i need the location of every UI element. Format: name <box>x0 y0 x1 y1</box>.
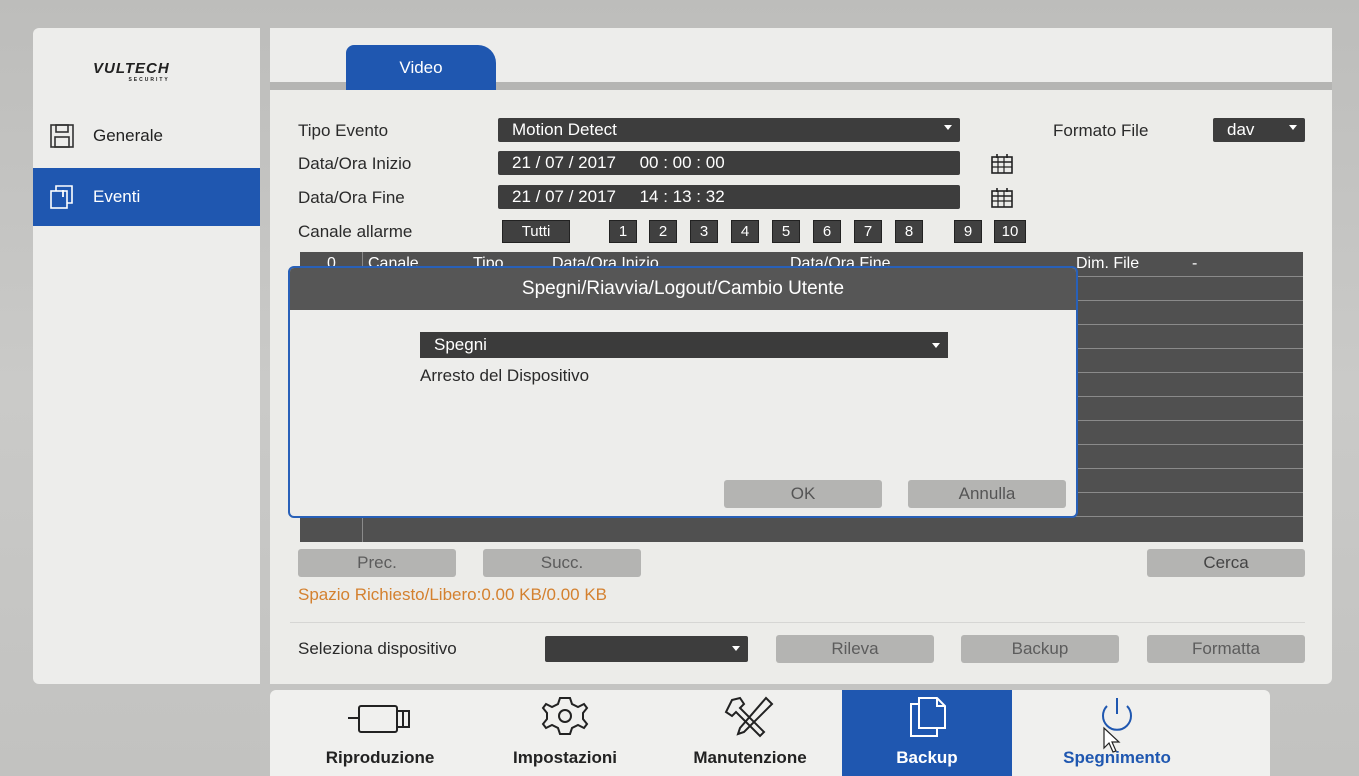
tools-icon <box>724 696 774 738</box>
gear-icon <box>541 697 589 735</box>
fine-label: Data/Ora Fine <box>298 188 405 207</box>
channel-button[interactable]: 5 <box>772 220 800 243</box>
device-select[interactable] <box>545 636 748 662</box>
device-label: Seleziona dispositivo <box>298 639 457 658</box>
formato-file-label: Formato File <box>1053 121 1149 140</box>
detect-button[interactable]: Rileva <box>776 635 934 663</box>
save-icon <box>50 124 74 148</box>
channel-button[interactable]: 8 <box>895 220 923 243</box>
chevron-down-icon <box>932 343 940 348</box>
format-button[interactable]: Formatta <box>1147 635 1305 663</box>
nav-manutenzione[interactable]: Manutenzione <box>665 690 835 776</box>
chevron-down-icon <box>1289 125 1297 130</box>
ok-button[interactable]: OK <box>724 480 882 508</box>
calendar-icon[interactable] <box>990 153 1014 175</box>
channel-button[interactable]: 10 <box>994 220 1026 243</box>
channel-button[interactable]: 2 <box>649 220 677 243</box>
cancel-button[interactable]: Annulla <box>908 480 1066 508</box>
tab-video[interactable]: Video <box>346 45 496 90</box>
channel-all-button[interactable]: Tutti <box>502 220 570 243</box>
mouse-cursor-icon <box>1103 726 1121 753</box>
formato-file-select[interactable]: dav <box>1213 118 1305 142</box>
sidebar-item-label: Eventi <box>93 187 141 206</box>
camera-icon <box>348 705 410 733</box>
sort-indicator: - <box>1192 255 1198 272</box>
copy-icon <box>910 697 946 737</box>
formato-file-value: dav <box>1227 120 1255 139</box>
nav-label: Impostazioni <box>513 748 617 767</box>
tipo-evento-value: Motion Detect <box>512 120 617 139</box>
shutdown-dialog: Spegni/Riavvia/Logout/Cambio Utente Speg… <box>288 266 1078 518</box>
nav-label: Backup <box>896 748 958 767</box>
channel-button[interactable]: 1 <box>609 220 637 243</box>
tab-bar: Video <box>270 28 1332 90</box>
prev-button[interactable]: Prec. <box>298 549 456 577</box>
shutdown-mode-value: Spegni <box>434 335 487 354</box>
search-button[interactable]: Cerca <box>1147 549 1305 577</box>
shutdown-description: Arresto del Dispositivo <box>420 366 590 385</box>
tipo-evento-select[interactable]: Motion Detect <box>498 118 960 142</box>
backup-button[interactable]: Backup <box>961 635 1119 663</box>
canale-allarme-label: Canale allarme <box>298 222 413 241</box>
sidebar-item-label: Generale <box>93 126 163 145</box>
brand-logo-sub: SECURITY <box>128 77 170 83</box>
dialog-title[interactable]: Spegni/Riavvia/Logout/Cambio Utente <box>290 268 1076 310</box>
inizio-label: Data/Ora Inizio <box>298 154 412 173</box>
fine-datetime-input[interactable]: 21 / 07 / 2017 14 : 13 : 32 <box>498 185 960 209</box>
channel-button[interactable]: 9 <box>954 220 982 243</box>
sidebar: VULTECH SECURITY Generale Eventi <box>33 28 260 684</box>
header-dim-file[interactable]: Dim. File <box>1076 255 1139 273</box>
channel-button[interactable]: 4 <box>731 220 759 243</box>
nav-riproduzione[interactable]: Riproduzione <box>295 690 465 776</box>
brand-logo: VULTECH SECURITY <box>93 60 170 83</box>
fine-value: 21 / 07 / 2017 14 : 13 : 32 <box>512 187 725 206</box>
shutdown-mode-select[interactable]: Spegni <box>420 332 948 358</box>
chevron-down-icon <box>732 646 740 651</box>
nav-backup[interactable]: Backup <box>842 690 1012 776</box>
sidebar-item-eventi[interactable]: Eventi <box>33 168 260 226</box>
channel-button[interactable]: 3 <box>690 220 718 243</box>
nav-label: Riproduzione <box>325 748 435 767</box>
event-icon <box>50 185 73 209</box>
nav-impostazioni[interactable]: Impostazioni <box>480 690 650 776</box>
space-info: Spazio Richiesto/Libero:0.00 KB/0.00 KB <box>298 585 608 604</box>
inizio-value: 21 / 07 / 2017 00 : 00 : 00 <box>512 153 725 172</box>
inizio-datetime-input[interactable]: 21 / 07 / 2017 00 : 00 : 00 <box>498 151 960 175</box>
tipo-evento-label: Tipo Evento <box>298 121 389 140</box>
channel-button[interactable]: 6 <box>813 220 841 243</box>
calendar-icon[interactable] <box>990 187 1014 209</box>
chevron-down-icon <box>944 125 952 130</box>
next-button[interactable]: Succ. <box>483 549 641 577</box>
channel-button[interactable]: 7 <box>854 220 882 243</box>
nav-label: Manutenzione <box>693 748 807 767</box>
divider <box>290 622 1305 623</box>
sidebar-item-generale[interactable]: Generale <box>33 107 260 165</box>
brand-logo-text: VULTECH <box>93 60 170 77</box>
